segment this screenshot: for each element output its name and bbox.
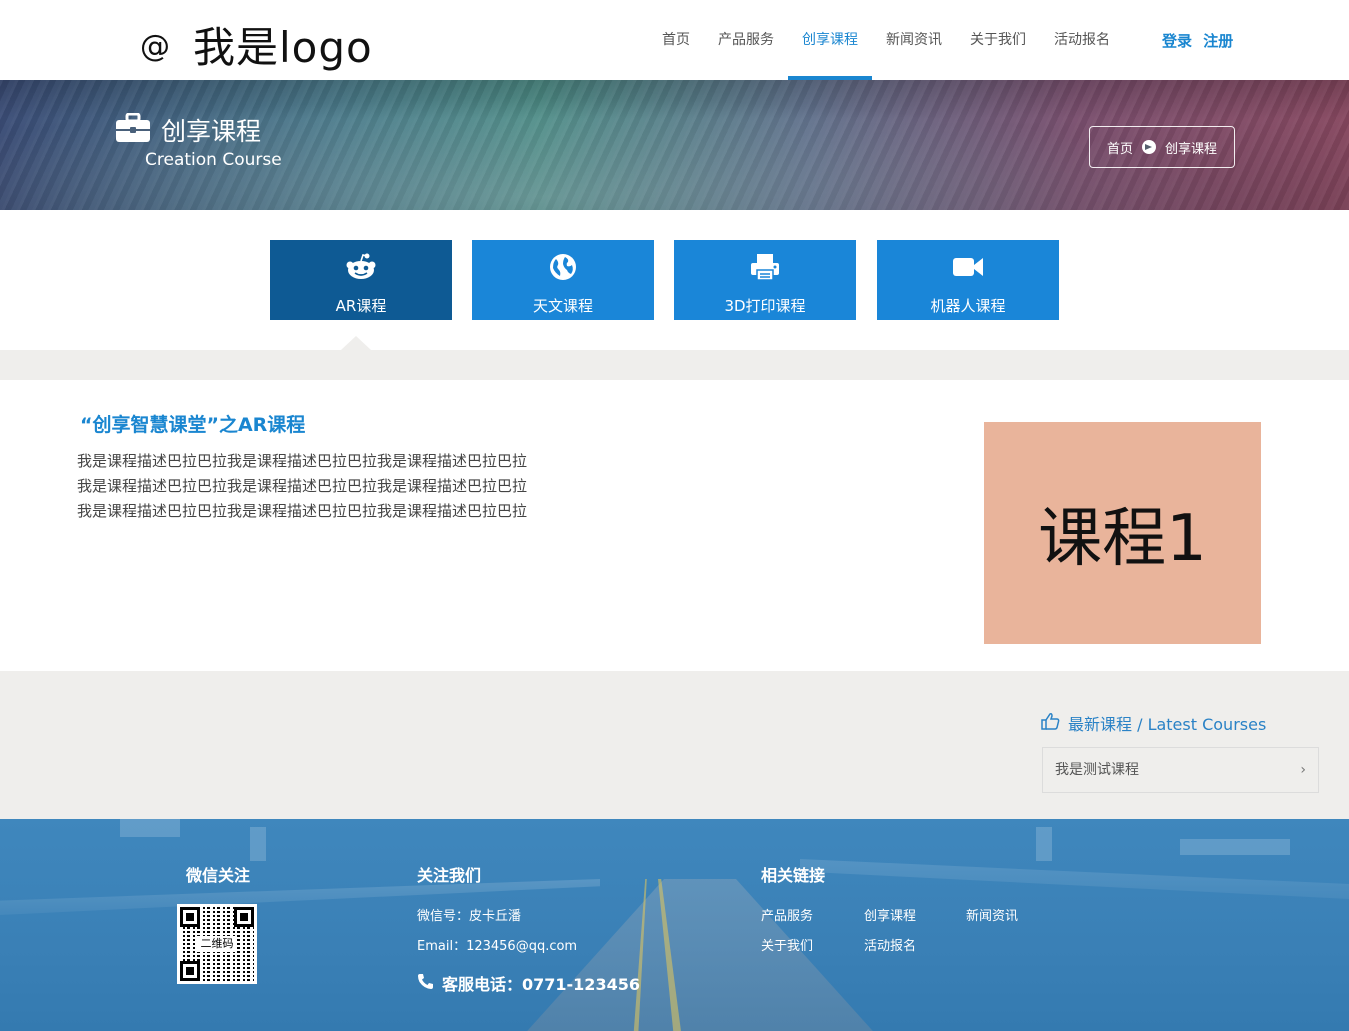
nav-item-events[interactable]: 活动报名 [1040,0,1124,80]
related-links-heading: 相关链接 [761,866,826,885]
breadcrumb-current: 创享课程 [1165,141,1218,157]
banner-subtitle: Creation Course [145,150,282,170]
wechat-heading: 微信关注 [186,866,251,885]
breadcrumb-home[interactable]: 首页 [1107,138,1133,157]
latest-courses-section [0,671,1349,819]
footer-background-sign [1036,827,1052,861]
banner-heading: 创享课程 [115,112,261,148]
chevron-right-icon: › [1300,762,1306,778]
globe-icon [472,252,654,282]
printer-icon [674,252,856,282]
course-title: “创享智慧课堂”之AR课程 [80,414,306,436]
nav-item-about[interactable]: 关于我们 [956,0,1040,80]
course-description: 我是课程描述巴拉巴拉我是课程描述巴拉巴拉我是课程描述巴拉巴拉 我是课程描述巴拉巴… [77,449,527,524]
tab-robot-course[interactable]: 机器人课程 [877,240,1059,320]
description-line: 我是课程描述巴拉巴拉我是课程描述巴拉巴拉我是课程描述巴拉巴拉 [77,502,528,520]
phone-icon [417,973,434,994]
footer-link-courses[interactable]: 创享课程 [864,905,916,924]
wechat-qr-code: 二维码 [177,904,257,984]
footer-link-products[interactable]: 产品服务 [761,905,813,924]
tab-3d-print-course[interactable]: 3D打印课程 [674,240,856,320]
active-tab-pointer [341,336,371,350]
arrow-right-circle-icon [1142,140,1156,154]
footer-link-events[interactable]: 活动报名 [864,935,916,954]
login-link[interactable]: 登录 [1162,32,1192,50]
footer-background-sign [120,819,180,837]
nav-item-news[interactable]: 新闻资讯 [872,0,956,80]
follow-us-heading: 关注我们 [417,866,482,885]
register-link[interactable]: 注册 [1203,32,1233,50]
contact-email: Email：123456@qq.com [417,939,578,954]
course-image: 课程1 [984,422,1261,644]
nav-item-home[interactable]: 首页 [648,0,704,80]
tab-divider-strip [0,350,1349,380]
latest-course-item[interactable]: 我是测试课程 › [1042,747,1319,793]
tab-astronomy-course[interactable]: 天文课程 [472,240,654,320]
description-line: 我是课程描述巴拉巴拉我是课程描述巴拉巴拉我是课程描述巴拉巴拉 [77,452,528,470]
tab-label: 机器人课程 [930,297,1006,315]
latest-course-label: 我是测试课程 [1055,762,1139,778]
thumbs-up-icon [1041,712,1060,734]
latest-courses-header: 最新课程 / Latest Courses [1041,711,1266,735]
footer-link-about[interactable]: 关于我们 [761,935,813,954]
wechat-id: 微信号：皮卡丘潘 [417,909,522,924]
latest-courses-title: 最新课程 / Latest Courses [1068,715,1267,734]
site-header: @ 我是logo 首页 产品服务 创享课程 新闻资讯 关于我们 活动报名 登录 注… [0,0,1349,80]
nav-item-products[interactable]: 产品服务 [704,0,788,80]
footer-background-road [520,879,880,1031]
course-image-text: 课程1 [1038,502,1207,576]
qr-label: 二维码 [197,936,237,952]
site-logo[interactable]: @ 我是logo [140,14,373,75]
auth-links: 登录 注册 [1162,30,1233,51]
footer-background-sign [1180,839,1290,855]
contact-phone: 客服电话：0771-123456 [417,971,640,995]
logo-text: 我是logo [193,23,373,72]
video-camera-icon [877,252,1059,282]
footer-background-rail [800,859,1349,899]
main-nav: 首页 产品服务 创享课程 新闻资讯 关于我们 活动报名 [648,0,1124,80]
reddit-alien-icon [270,252,452,282]
tab-label: 3D打印课程 [724,297,806,315]
description-line: 我是课程描述巴拉巴拉我是课程描述巴拉巴拉我是课程描述巴拉巴拉 [77,477,528,495]
logo-symbol: @ [140,29,171,64]
phone-number: 客服电话：0771-123456 [442,975,640,994]
tab-label: 天文课程 [532,297,593,315]
tab-label: AR课程 [335,297,387,315]
nav-item-courses[interactable]: 创享课程 [788,0,872,80]
briefcase-icon [115,112,151,147]
footer-background-sign [250,827,266,861]
tab-ar-course[interactable]: AR课程 [270,240,452,320]
banner-title: 创享课程 [161,117,262,146]
footer-link-news[interactable]: 新闻资讯 [966,905,1018,924]
breadcrumb: 首页 创享课程 [1089,126,1235,168]
